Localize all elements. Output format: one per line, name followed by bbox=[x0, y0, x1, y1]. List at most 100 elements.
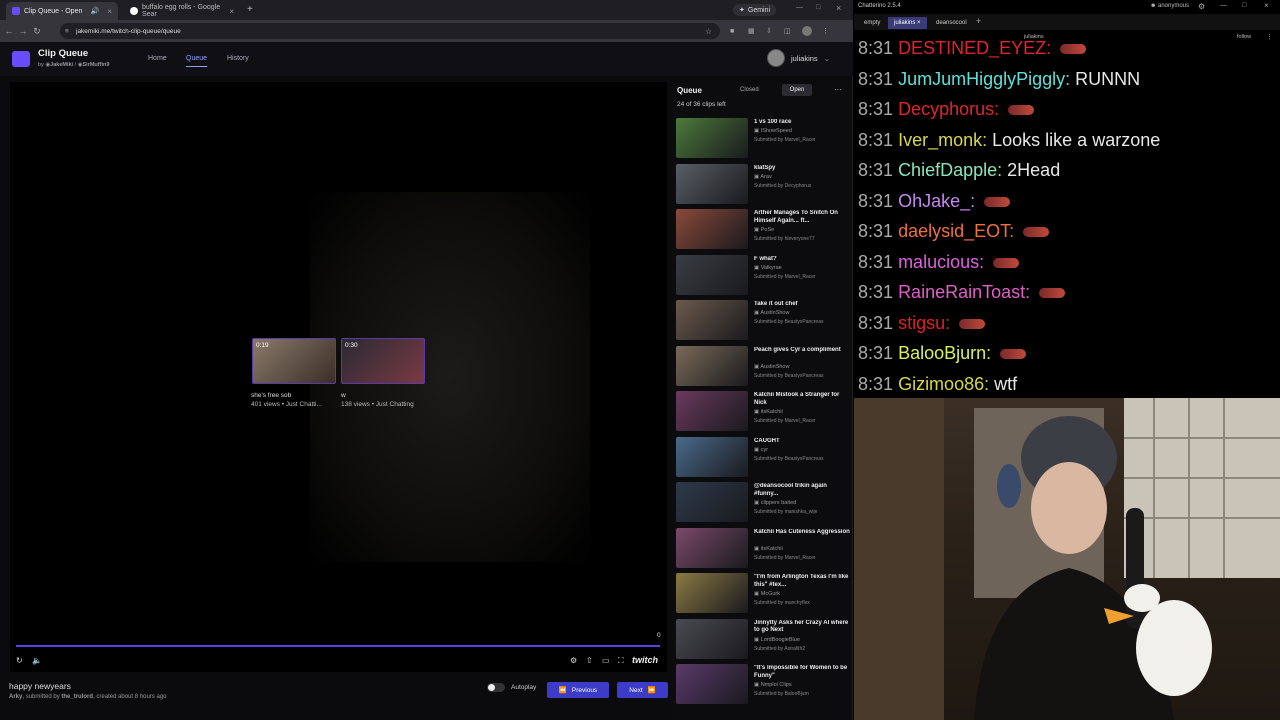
chat-username[interactable]: BalooBjurn bbox=[898, 343, 986, 363]
recommended-clip-1[interactable]: 0:19 bbox=[252, 338, 336, 384]
queue-item[interactable]: CAUGHT ▣ cyr Submitted by BeastyxPancreas bbox=[676, 436, 851, 479]
webcam-scene bbox=[854, 398, 1280, 720]
queue-item[interactable]: "I'm from Arlington Texas I'm like this"… bbox=[676, 573, 851, 615]
previous-button[interactable]: ⏪ Previous bbox=[547, 682, 609, 698]
profile-avatar-icon[interactable] bbox=[802, 26, 812, 36]
chatterino-window: Chatterino 2.5.4 ☻ anonymous ⚙ — □ × emp… bbox=[854, 0, 1280, 398]
gemini-button[interactable]: ✦ Gemini bbox=[733, 4, 777, 16]
author-sirmuffin-link[interactable]: SirMuffin9 bbox=[83, 62, 110, 68]
author-jakemiki-link[interactable]: JakeMiki bbox=[50, 62, 73, 68]
chatterino-title: Chatterino 2.5.4 bbox=[858, 3, 901, 9]
chat-username[interactable]: JumJumHigglyPiggly bbox=[898, 69, 1065, 89]
nav-queue[interactable]: Queue bbox=[186, 55, 208, 67]
extension-icon[interactable]: ■ bbox=[730, 28, 734, 35]
settings-gear-icon[interactable]: ⚙ bbox=[570, 656, 577, 665]
download-icon[interactable]: ⇩ bbox=[766, 27, 772, 35]
chat-username[interactable]: ChiefDapple bbox=[898, 160, 997, 180]
minimize-icon[interactable]: — bbox=[1220, 2, 1227, 9]
queue-item[interactable]: Jinnytty Asks her Crazy AI where to go N… bbox=[676, 618, 851, 661]
chat-tab-deansocool[interactable]: deansocool bbox=[930, 17, 973, 29]
maximize-icon[interactable]: □ bbox=[1242, 2, 1246, 9]
url-field[interactable]: ≡ jakemiki.me/twitch-clip-queue/queue ☆ bbox=[60, 23, 720, 39]
menu-kebab-icon[interactable]: ⋮ bbox=[822, 27, 829, 35]
queue-item[interactable]: Katchii Has Cuteness Aggression ▣ itsKatc… bbox=[676, 527, 851, 570]
volume-icon[interactable]: 🔈 bbox=[32, 656, 42, 665]
chatterino-settings-gear-icon[interactable]: ⚙ bbox=[1198, 2, 1205, 11]
new-tab-icon[interactable]: + bbox=[247, 4, 253, 15]
add-tab-icon[interactable]: + bbox=[976, 16, 981, 26]
share-icon[interactable]: ⇧ bbox=[586, 656, 593, 665]
queue-item[interactable]: Arther Manages To Snitch On Himself Agai… bbox=[676, 209, 851, 251]
minimize-icon[interactable]: — bbox=[796, 4, 803, 11]
maximize-icon[interactable]: □ bbox=[816, 4, 820, 11]
tab-clip-queue[interactable]: Clip Queue - Open 🔊 × bbox=[6, 2, 118, 20]
recommended-clip-title[interactable]: she's free sob bbox=[251, 392, 291, 399]
forward-icon[interactable]: → bbox=[16, 26, 30, 36]
nav-home[interactable]: Home bbox=[148, 55, 167, 62]
chat-username[interactable]: DESTINED_EYEZ bbox=[898, 38, 1046, 58]
queue-item-thumbnail bbox=[676, 118, 748, 158]
follow-button[interactable]: follow bbox=[1237, 34, 1251, 40]
channel-icon: ▣ bbox=[754, 128, 761, 134]
queue-item[interactable]: @deansocool trikin again #funny... ▣ clip… bbox=[676, 482, 851, 524]
queue-item[interactable]: klatSpy ▣ Arav Submitted by Decyphorus bbox=[676, 163, 851, 206]
queue-title: Queue bbox=[677, 86, 702, 95]
replay-icon[interactable]: ↻ bbox=[16, 656, 23, 665]
close-tab-icon[interactable]: × bbox=[917, 20, 921, 26]
chatterino-account[interactable]: ☻ anonymous bbox=[1150, 3, 1189, 9]
close-window-icon[interactable]: × bbox=[836, 3, 841, 13]
queue-item-title: Katchii Has Cuteness Aggression bbox=[754, 528, 850, 535]
chat-username[interactable]: Decyphorus bbox=[898, 99, 994, 119]
close-window-icon[interactable]: × bbox=[1264, 1, 1269, 10]
recommended-clip-2[interactable]: 0:30 bbox=[341, 338, 425, 384]
chat-username[interactable]: daelysid_EOT bbox=[898, 221, 1009, 241]
queue-item[interactable]: Katchii Mistook a Stranger for Nick ▣ its… bbox=[676, 391, 851, 433]
chat-sep: : bbox=[997, 160, 1003, 180]
side-panel-icon[interactable]: ◫ bbox=[784, 27, 791, 35]
theater-mode-icon[interactable]: ▭ bbox=[602, 656, 610, 665]
toggle-switch[interactable] bbox=[487, 683, 505, 692]
chat-username[interactable]: Iver_monk bbox=[898, 130, 982, 150]
chat-tab-juliakins[interactable]: juliakins × bbox=[888, 17, 927, 29]
chat-username[interactable]: stigsu bbox=[898, 313, 945, 333]
queue-closed-button[interactable]: Closed bbox=[740, 87, 759, 93]
chat-tab-empty[interactable]: empty bbox=[858, 17, 886, 29]
chat-message: 8:31 DESTINED_EYEZ: bbox=[858, 38, 1087, 58]
tab-google-search[interactable]: buffalo egg rolls - Google Sear × bbox=[124, 2, 240, 20]
queue-item[interactable]: Peach gives Cyr a compliment ▣ AustinShow… bbox=[676, 345, 851, 388]
queue-more-icon[interactable]: ⋯ bbox=[834, 85, 842, 94]
queue-item-channel: ▣ PoSe bbox=[754, 227, 774, 233]
queue-item[interactable]: Take it out chef ▣ AustinShow Submitted by… bbox=[676, 300, 851, 342]
close-tab-icon[interactable]: × bbox=[107, 7, 112, 16]
close-tab-icon[interactable]: × bbox=[229, 7, 234, 16]
chat-message: 8:31 stigsu: bbox=[858, 313, 986, 333]
next-button[interactable]: Next ⏩ bbox=[617, 682, 668, 698]
queue-item-title: Take it out chef bbox=[754, 301, 798, 307]
recommended-clip-title[interactable]: w bbox=[341, 392, 346, 399]
queue-open-button[interactable]: Open bbox=[782, 84, 812, 96]
clip-submitter: the_trulord bbox=[61, 694, 94, 700]
video-player[interactable]: 0:19 0:30 she's free sob 401 views • Jus… bbox=[10, 82, 667, 672]
chat-message: 8:31 Gizimoo86: wtf bbox=[858, 374, 1017, 394]
nav-history[interactable]: History bbox=[227, 55, 249, 62]
user-menu[interactable]: juliakins ⌄ bbox=[767, 49, 830, 67]
chat-emote-icon bbox=[959, 318, 986, 329]
queue-item[interactable]: 1 vs 100 race ▣ IShowSpeed Submitted by Ma… bbox=[676, 118, 851, 160]
twitch-logo[interactable]: twitch bbox=[632, 655, 658, 665]
bookmark-star-icon[interactable]: ☆ bbox=[705, 27, 712, 36]
autoplay-toggle[interactable]: Autoplay bbox=[487, 683, 536, 692]
back-icon[interactable]: ← bbox=[2, 26, 16, 36]
queue-item[interactable]: "It's Impossible for Women to be Funny" ▣… bbox=[676, 664, 851, 706]
puzzle-icon[interactable]: ▦ bbox=[748, 27, 755, 35]
chat-username[interactable]: RaineRainToast bbox=[898, 282, 1025, 302]
chat-username[interactable]: malucious bbox=[898, 252, 979, 272]
reload-icon[interactable]: ↻ bbox=[30, 26, 44, 37]
queue-item[interactable]: F what? ▣ Valkyrae Submitted by Marvel_Rac… bbox=[676, 254, 851, 297]
queue-item-thumbnail bbox=[676, 482, 748, 522]
clip-queue-logo-icon[interactable] bbox=[12, 51, 30, 67]
chat-menu-icon[interactable]: ⋮ bbox=[1266, 33, 1273, 41]
fullscreen-icon[interactable]: ⛶ bbox=[618, 656, 624, 666]
progress-bar[interactable] bbox=[16, 645, 660, 647]
chat-username[interactable]: OhJake_ bbox=[898, 191, 970, 211]
chat-username[interactable]: Gizimoo86 bbox=[898, 374, 984, 394]
